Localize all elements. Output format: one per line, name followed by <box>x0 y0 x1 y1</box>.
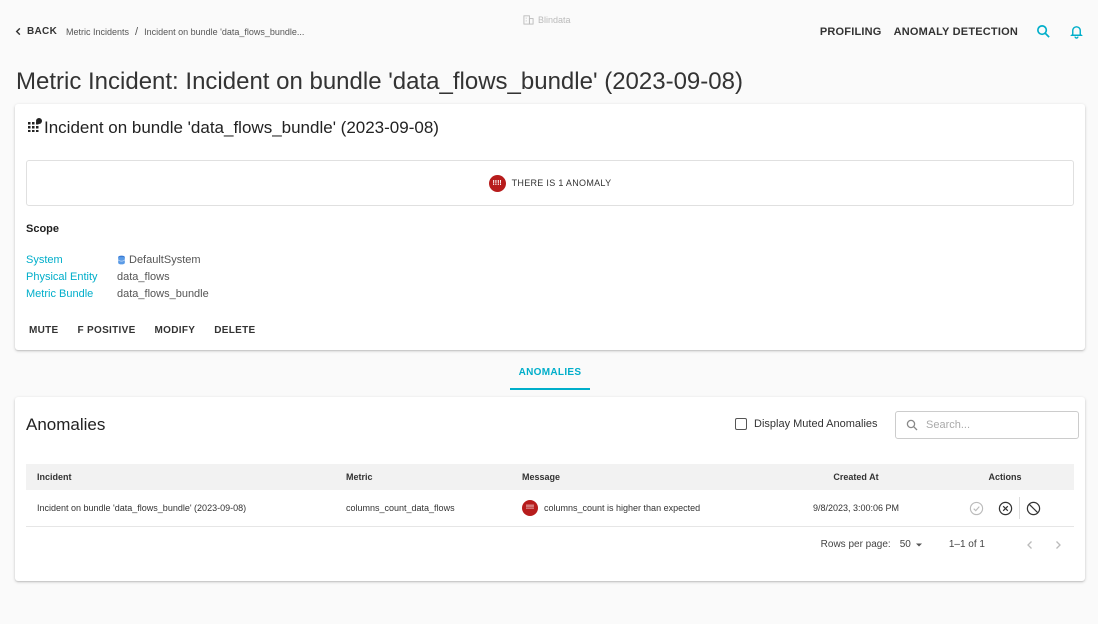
scope-title: Scope <box>26 223 60 235</box>
incident-card-title: Incident on bundle 'data_flows_bundle' (… <box>28 118 439 138</box>
chevron-left-icon <box>15 27 21 36</box>
tab-anomalies[interactable]: ANOMALIES <box>510 360 590 390</box>
scope-key-metric-bundle[interactable]: Metric Bundle <box>26 288 117 300</box>
column-header-metric[interactable]: Metric <box>335 472 511 482</box>
search-box <box>895 411 1079 439</box>
scope-value-metric-bundle[interactable]: data_flows_bundle <box>117 288 209 300</box>
anomalies-title: Anomalies <box>26 415 106 434</box>
bell-icon[interactable] <box>1069 24 1084 39</box>
back-label: BACK <box>27 26 58 37</box>
cell-message: !!!! columns_count is higher than expect… <box>511 500 776 516</box>
search-input[interactable] <box>926 419 1066 431</box>
scope-value-physical-entity[interactable]: data_flows <box>117 271 170 283</box>
brand-name: Blindata <box>538 14 571 25</box>
incident-name: Incident on bundle 'data_flows_bundle' (… <box>44 118 439 137</box>
grid-alert-icon <box>28 118 42 132</box>
scope-key-physical-entity[interactable]: Physical Entity <box>26 271 117 283</box>
rows-per-page-value: 50 <box>899 539 911 550</box>
scope-value-system[interactable]: DefaultSystem <box>117 254 201 266</box>
pagination: Rows per page: 50 1–1 of 1 <box>821 539 1063 550</box>
rows-per-page-label: Rows per page: <box>820 539 891 550</box>
anomaly-summary-box: !!!! THERE IS 1 ANOMALY <box>26 160 1074 206</box>
nav-profiling[interactable]: PROFILING <box>820 26 882 38</box>
incident-actions: MUTE F POSITIVE MODIFY DELETE <box>29 325 255 336</box>
anomaly-badge-icon: !!!! <box>488 174 506 192</box>
breadcrumb-current: Incident on bundle 'data_flows_bundle... <box>144 27 305 37</box>
scope-row-system: System DefaultSystem <box>26 254 201 266</box>
mute-button[interactable]: MUTE <box>29 325 59 336</box>
breadcrumb: Metric Incidents / Incident on bundle 'd… <box>66 26 304 38</box>
top-bar: BACK Metric Incidents / Incident on bund… <box>0 0 1098 64</box>
modify-button[interactable]: MODIFY <box>155 325 196 336</box>
check-circle-icon[interactable] <box>969 501 984 516</box>
breadcrumb-separator: / <box>135 26 139 38</box>
cell-incident: Incident on bundle 'data_flows_bundle' (… <box>37 503 247 513</box>
anomalies-table: Incident Metric Message Created At Actio… <box>26 464 1074 527</box>
table-row[interactable]: Incident on bundle 'data_flows_bundle' (… <box>26 490 1074 527</box>
database-icon <box>117 255 126 265</box>
display-muted-checkbox[interactable] <box>735 418 747 430</box>
block-icon[interactable] <box>1026 501 1041 516</box>
back-button[interactable]: BACK <box>14 26 57 37</box>
scope-row-physical-entity: Physical Entity data_flows <box>26 271 170 283</box>
building-icon <box>523 15 534 25</box>
incident-card: Incident on bundle 'data_flows_bundle' (… <box>15 104 1085 350</box>
table-header: Incident Metric Message Created At Actio… <box>26 464 1074 490</box>
breadcrumb-metric-incidents[interactable]: Metric Incidents <box>66 27 129 37</box>
anomaly-summary-text: THERE IS 1 ANOMALY <box>511 178 612 188</box>
chevron-right-icon[interactable] <box>1053 540 1063 550</box>
column-header-created-at[interactable]: Created At <box>776 472 936 482</box>
page-range: 1–1 of 1 <box>948 539 985 550</box>
message-text: columns_count is higher than expected <box>544 503 701 513</box>
page-title: Metric Incident: Incident on bundle 'dat… <box>16 68 743 95</box>
search-icon <box>906 419 918 431</box>
false-positive-button[interactable]: F POSITIVE <box>78 325 136 336</box>
actions-divider <box>1019 497 1020 519</box>
scope-row-metric-bundle: Metric Bundle data_flows_bundle <box>26 288 209 300</box>
display-muted-label: Display Muted Anomalies <box>754 418 878 430</box>
delete-button[interactable]: DELETE <box>214 325 255 336</box>
anomaly-badge-icon: !!!! <box>522 500 538 516</box>
top-nav: PROFILING ANOMALY DETECTION <box>820 24 1084 39</box>
column-header-incident[interactable]: Incident <box>26 472 335 482</box>
column-header-message[interactable]: Message <box>511 472 776 482</box>
scope-key-system[interactable]: System <box>26 254 117 266</box>
anomalies-card: Anomalies Display Muted Anomalies Incide… <box>15 397 1085 581</box>
display-muted-toggle[interactable]: Display Muted Anomalies <box>735 418 878 430</box>
scope-system-name: DefaultSystem <box>129 254 201 266</box>
cell-created-at: 9/8/2023, 3:00:06 PM <box>812 503 900 513</box>
search-icon[interactable] <box>1036 24 1051 39</box>
brand-logo: Blindata <box>523 14 571 25</box>
cell-metric: columns_count_data_flows <box>346 503 455 513</box>
nav-anomaly-detection[interactable]: ANOMALY DETECTION <box>894 26 1018 38</box>
caret-down-icon <box>915 543 922 546</box>
cancel-circle-icon[interactable] <box>998 501 1013 516</box>
chevron-left-icon[interactable] <box>1025 540 1035 550</box>
rows-per-page-select[interactable]: 50 <box>900 539 923 550</box>
cell-actions <box>936 497 1074 519</box>
column-header-actions: Actions <box>988 472 1022 482</box>
